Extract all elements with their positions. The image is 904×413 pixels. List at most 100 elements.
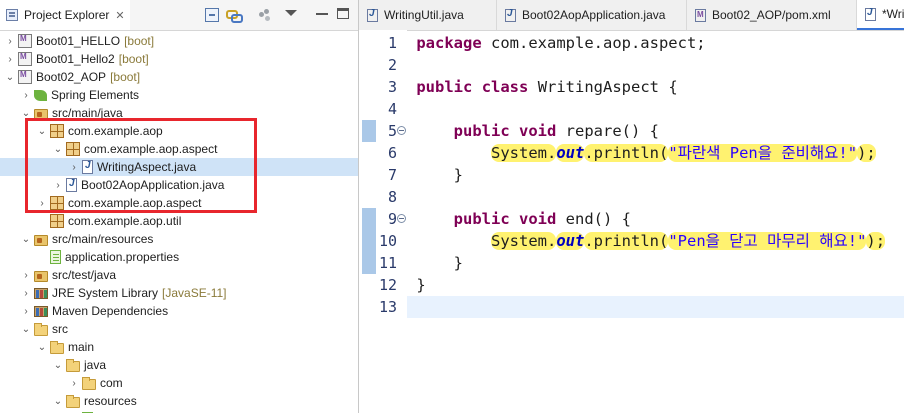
tree-item[interactable]: › com.example.aop.aspect (0, 194, 358, 212)
chevron-down-icon[interactable]: ⌄ (20, 104, 32, 122)
chevron-right-icon[interactable]: › (20, 284, 32, 302)
chevron-down-icon[interactable]: ⌄ (36, 338, 48, 356)
view-menu-icon[interactable] (285, 10, 297, 16)
tree-item-label: application.properties (65, 250, 180, 264)
fold-collapse-icon[interactable] (397, 126, 406, 135)
chevron-down-icon[interactable]: ⌄ (52, 392, 64, 410)
chevron-right-icon[interactable]: › (4, 50, 16, 68)
tree-item[interactable]: com.example.aop.util (0, 212, 358, 230)
chevron-right-icon[interactable]: › (68, 374, 80, 392)
package-icon (50, 214, 64, 228)
chevron-right-icon[interactable]: › (4, 32, 16, 50)
package-icon (50, 124, 64, 138)
tree-item[interactable]: ⌄ src/main/java (0, 104, 358, 122)
code-token: } (416, 276, 426, 294)
editor-tab-label: *Writ (882, 7, 904, 21)
editor-tab[interactable]: Boot02_AOP/pom.xml (687, 0, 857, 30)
minimize-icon[interactable] (316, 13, 328, 15)
line-number: 10 (378, 232, 397, 250)
editor-tab-label: WritingUtil.java (384, 8, 464, 22)
chevron-down-icon[interactable]: ⌄ (20, 320, 32, 338)
java-file-icon (865, 7, 876, 21)
editor-tab[interactable]: WritingUtil.java (359, 0, 497, 30)
project-icon (18, 34, 32, 48)
link-with-editor-icon[interactable] (226, 8, 243, 23)
chevron-right-icon[interactable]: › (52, 176, 64, 194)
maximize-icon[interactable] (337, 8, 349, 19)
tree-item[interactable]: › Maven Dependencies (0, 302, 358, 320)
chevron-right-icon[interactable]: › (20, 266, 32, 284)
source-folder-icon (34, 270, 48, 282)
java-file-icon (367, 8, 378, 22)
code-line: } (407, 164, 904, 186)
code-token: } (416, 166, 464, 184)
tree-item-label: Spring Elements (51, 88, 140, 102)
code-line: } (407, 252, 904, 274)
tree-item[interactable]: › Boot01_HELLO[boot] (0, 32, 358, 50)
code-line: } (407, 274, 904, 296)
tree-item-label: Maven Dependencies (52, 304, 169, 318)
code-token: com.example.aop.aspect; (481, 34, 706, 52)
filters-icon[interactable] (258, 8, 272, 22)
tree-item[interactable]: › WritingAspect.java (0, 158, 358, 176)
tree-item[interactable]: application.properties (0, 248, 358, 266)
code-token: ); (857, 144, 876, 162)
tree-item-label: src/main/resources (52, 232, 154, 246)
tree-item[interactable]: ⌄ src/main/resources (0, 230, 358, 248)
chevron-right-icon[interactable]: › (20, 302, 32, 320)
tree-item-label: Boot01_HELLO (36, 34, 121, 48)
tree-item-decoration: [boot] (118, 52, 149, 66)
line-number: 3 (387, 78, 397, 96)
chevron-down-icon[interactable]: ⌄ (52, 140, 64, 158)
chevron-down-icon[interactable]: ⌄ (36, 122, 48, 140)
line-number: 9 (387, 210, 397, 228)
code-token: repare() { (556, 122, 659, 140)
chevron-right-icon[interactable]: › (20, 86, 32, 104)
tree-item[interactable]: › Boot01_Hello2[boot] (0, 50, 358, 68)
tree-item[interactable]: ⌄ com.example.aop.aspect (0, 140, 358, 158)
static-field-token: out (556, 144, 585, 162)
close-icon[interactable]: ✕ (115, 9, 124, 22)
tree-item-label: WritingAspect.java (97, 160, 197, 174)
line-number-gutter: 1 2 3 4 5 6 7 8 9 10 11 12 13 (359, 30, 407, 413)
tree-item[interactable]: › JRE System Library [JavaSE-11] (0, 284, 358, 302)
code-token: end() { (556, 210, 631, 228)
tree-item[interactable]: › Spring Elements (0, 86, 358, 104)
tree-item[interactable]: ⌄ resources (0, 392, 358, 410)
fold-collapse-icon[interactable] (397, 214, 406, 223)
tree-item-decoration: [boot] (124, 34, 155, 48)
editor-tab[interactable]: *Writ (857, 0, 904, 30)
chevron-down-icon[interactable]: ⌄ (52, 356, 64, 374)
code-token: } (416, 254, 464, 272)
chevron-right-icon[interactable]: › (68, 158, 80, 176)
tree-item[interactable]: ⌄ Boot02_AOP[boot] (0, 68, 358, 86)
tree-item[interactable]: ⌄ java (0, 356, 358, 374)
editor-tab[interactable]: Boot02AopApplication.java (497, 0, 687, 30)
tree-item[interactable]: › com (0, 374, 358, 392)
properties-file-icon (50, 250, 61, 264)
tree-item[interactable]: › Boot02AopApplication.java (0, 176, 358, 194)
code-editor: WritingUtil.java Boot02AopApplication.jav… (359, 0, 904, 413)
tab-project-explorer[interactable]: Project Explorer ✕ (0, 0, 130, 30)
line-number: 11 (378, 254, 397, 272)
line-number: 7 (387, 166, 397, 184)
line-number: 5 (387, 122, 397, 140)
tree-item[interactable]: ⌄ com.example.aop (0, 122, 358, 140)
line-number: 4 (387, 100, 397, 118)
tree-item[interactable]: › src/test/java (0, 266, 358, 284)
chevron-right-icon[interactable]: › (36, 194, 48, 212)
chevron-down-icon[interactable]: ⌄ (20, 230, 32, 248)
static-field-token: out (556, 232, 585, 250)
tree-item[interactable]: ⌄ src (0, 320, 358, 338)
tree-item[interactable]: ⌄ main (0, 338, 358, 356)
keyword-token: class (481, 78, 529, 96)
code-line: public class WritingAspect { (407, 76, 904, 98)
chevron-down-icon[interactable]: ⌄ (4, 68, 16, 86)
code-token: .println( (584, 232, 669, 250)
collapse-all-icon[interactable] (205, 8, 219, 22)
java-file-icon (82, 160, 93, 174)
